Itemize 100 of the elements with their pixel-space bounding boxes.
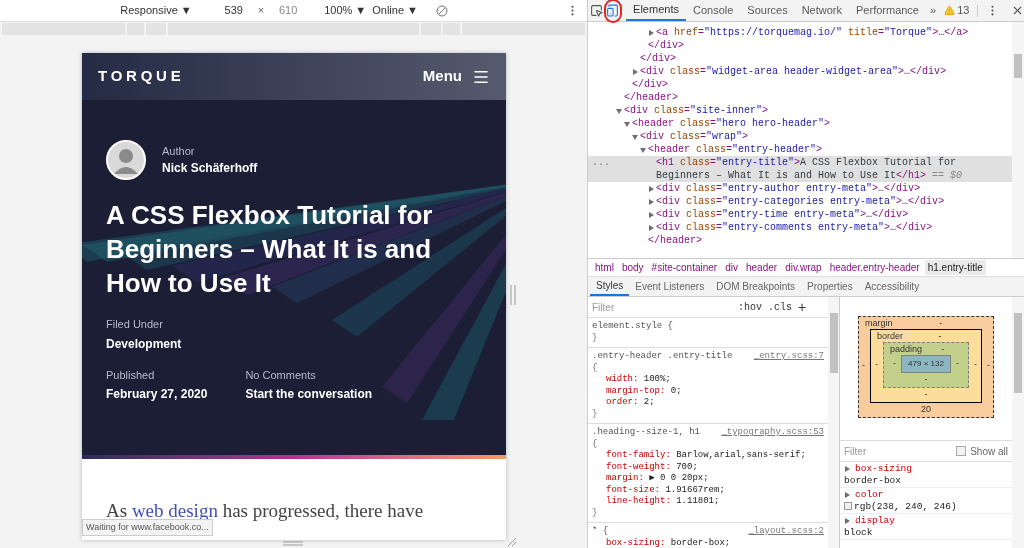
css-property[interactable]: font-weight: 700; [592, 461, 698, 473]
breadcrumb[interactable]: div.wrap [782, 260, 825, 275]
css-property[interactable]: font-size: 1.91667rem; [592, 484, 725, 496]
zoom-dropdown[interactable]: 100% ▼ [324, 2, 367, 19]
css-brace: { [592, 362, 598, 374]
computed-property-value: rgb(238, 240, 246) [854, 500, 957, 512]
css-property[interactable]: order: 2; [592, 397, 655, 409]
box-value: - [862, 359, 865, 373]
devtools-tab[interactable]: Sources [740, 0, 795, 21]
panel-tab[interactable]: Accessibility [858, 277, 926, 296]
devtools-tab[interactable]: Console [685, 0, 741, 21]
meta-label: Published [106, 367, 156, 383]
dom-node[interactable]: <div class="entry-time entry-meta">…</div> [656, 208, 917, 221]
device-dropdown[interactable]: Responsive ▼ [120, 2, 192, 19]
dom-node[interactable]: <div class="wrap"> [640, 130, 757, 143]
dom-node[interactable]: <div class="entry-categories entry-meta">…</div> [656, 195, 953, 208]
site-logo: TORQUE [98, 66, 185, 87]
dom-node[interactable]: <h1 class="entry-title">A CSS Flexbox Tutorial for Beginners – What It is and How to Use It</h1> == $0 [656, 156, 1012, 182]
meta-value[interactable]: February 27, 2020 [106, 385, 208, 403]
box-value: - [875, 358, 878, 372]
box-value: - [955, 357, 959, 371]
css-property[interactable]: width: 100%; [592, 374, 671, 386]
source-link[interactable]: _entry.scss:7 [753, 351, 824, 363]
css-brace: } [592, 408, 598, 420]
css-property[interactable]: font-family: Barlow,arial,sans-serif; [592, 450, 806, 462]
devtools-tab[interactable]: Performance [849, 0, 926, 21]
dom-closing-tag[interactable]: </div> [632, 78, 668, 91]
author-label: Author [162, 143, 196, 159]
computed-property-value: border-box [844, 474, 901, 486]
css-brace: } [592, 332, 598, 344]
source-link[interactable]: _typography.scss:53 [721, 427, 824, 439]
computed-filter-field[interactable]: Filter [844, 443, 924, 459]
dom-node[interactable]: <a href="https://torquemag.io/" title="Torque">…</a> [656, 26, 977, 39]
breadcrumb[interactable]: header.entry-header [826, 260, 923, 275]
computed-property-name[interactable]: color [855, 489, 884, 501]
dom-closing-tag[interactable]: </div> [640, 52, 676, 65]
source-link[interactable]: _layout.scss:2 [748, 526, 824, 538]
warnings-button[interactable]: 13 [940, 2, 974, 19]
dom-node[interactable]: <div class="site-inner"> [624, 104, 777, 117]
panel-tab[interactable]: DOM Breakpoints [710, 277, 802, 296]
content-size: 479 × 132 [901, 355, 951, 373]
css-brace: } [592, 507, 598, 519]
node-actions[interactable]: ... [592, 156, 610, 169]
devtools-tab[interactable]: Network [794, 0, 849, 21]
dom-node[interactable]: <header class="entry-header"> [648, 143, 831, 156]
breadcrumb[interactable]: #site-container [648, 260, 721, 275]
link[interactable]: web design [131, 500, 218, 521]
css-selector: * { [592, 526, 609, 538]
panel-tab[interactable]: Properties [801, 277, 859, 296]
css-selector: .entry-header .entry-title [592, 351, 733, 363]
throttle-dropdown[interactable]: Online ▼ [372, 2, 418, 19]
computed-property-value: block [844, 526, 873, 538]
new-rule-button[interactable]: + [798, 300, 807, 314]
dom-closing-tag[interactable]: </header> [648, 234, 702, 247]
box-value: - [987, 359, 990, 373]
meta-value[interactable]: Development [106, 334, 182, 353]
box-label: margin [864, 317, 893, 329]
computed-property-name[interactable]: box-sizing [855, 463, 912, 475]
box-value: - [941, 343, 945, 355]
breadcrumb[interactable]: body [618, 260, 647, 275]
box-label: border [876, 330, 903, 342]
menu-button[interactable]: Menu [422, 65, 490, 88]
dom-node[interactable]: <div class="widget-area header-widget-area">…</div> [640, 65, 955, 78]
box-value: - [893, 357, 897, 371]
meta-label: No Comments [245, 367, 317, 383]
css-brace: { [592, 438, 598, 450]
more-tabs-button[interactable]: » [926, 2, 941, 19]
computed-property-name[interactable]: display [855, 515, 895, 527]
styles-filter-field[interactable]: Filter [592, 299, 732, 315]
dimension-separator: × [257, 3, 265, 19]
devtools-tab[interactable]: Elements [626, 0, 686, 21]
dom-node[interactable]: <header class="hero hero-header"> [632, 117, 839, 130]
author-name[interactable]: Nick Schäferhoff [162, 159, 258, 178]
css-selector: .heading--size-1, h1 [592, 427, 701, 439]
box-value: - [924, 388, 928, 400]
class-button[interactable]: .cls [768, 299, 793, 315]
css-property[interactable]: margin: ▶ 0 0 20px; [592, 473, 709, 485]
box-value: 20 [921, 403, 931, 415]
css-property[interactable]: box-sizing: border-box; [592, 537, 731, 548]
breadcrumb[interactable]: html [592, 260, 617, 275]
css-property[interactable]: margin-top: 0; [592, 385, 682, 397]
box-value: - [938, 330, 942, 342]
dom-node[interactable]: <div class="entry-comments entry-meta">…</div> [656, 221, 941, 234]
status-tooltip: Waiting for www.facebook.co... [82, 518, 213, 536]
css-selector: element.style { [592, 321, 673, 333]
box-value: - [974, 358, 977, 372]
breadcrumb[interactable]: header [743, 260, 781, 275]
breadcrumb[interactable]: h1.entry-title [924, 260, 986, 275]
css-property[interactable]: line-height: 1.11801; [592, 496, 720, 508]
dom-closing-tag[interactable]: </header> [624, 91, 678, 104]
article-title: A CSS Flexbox Tutorial for Beginners – What It is and How to Use It [106, 199, 434, 300]
breadcrumb[interactable]: div [722, 260, 741, 275]
panel-tab[interactable]: Event Listeners [629, 277, 711, 296]
box-value: - [924, 373, 928, 385]
box-value: - [939, 317, 943, 329]
hover-state-button[interactable]: :hov [738, 299, 762, 315]
dom-closing-tag[interactable]: </div> [648, 39, 684, 52]
meta-value[interactable]: Start the conversation [245, 385, 373, 403]
panel-tab[interactable]: Styles [590, 277, 630, 296]
dom-node[interactable]: <div class="entry-author entry-meta">…</div> [656, 182, 929, 195]
